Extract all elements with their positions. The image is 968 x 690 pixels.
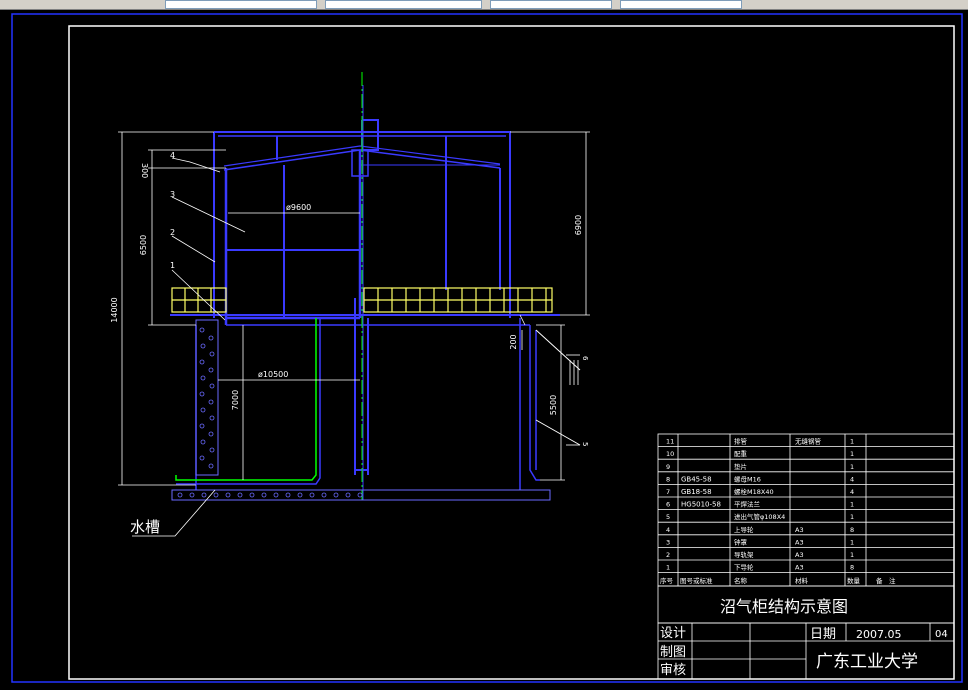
bom-cell-no: 6	[666, 501, 670, 509]
bom-cell-no: 3	[666, 538, 670, 546]
bom-cell-qty: 1	[850, 463, 854, 471]
tank-wall-masonry	[171, 319, 551, 501]
platform-railing	[170, 287, 560, 316]
bom-cell-no: 8	[666, 475, 670, 483]
bom-cell-name: 排管	[734, 437, 748, 446]
bom-cell-no: 7	[666, 488, 670, 496]
date-value: 2007.05	[856, 628, 902, 641]
bom-cell-material: A3	[795, 538, 804, 546]
bom-header-note: 备 注	[876, 576, 896, 585]
bom-cell-material: A3	[795, 551, 804, 559]
drawing-viewport[interactable]: 300 6500 14000 7000 6900 200 5500 ø9600 …	[0, 10, 968, 686]
toolbar-box[interactable]	[490, 0, 612, 9]
sheet-number: 04	[935, 629, 948, 640]
bom-cell-no: 5	[666, 513, 670, 521]
toolbar-box[interactable]	[165, 0, 317, 9]
bom-cell-qty: 1	[850, 438, 854, 446]
school-name: 广东工业大学	[816, 652, 918, 672]
bom-table: 11 排管 无缝钢管 110 配重 19 垫片 18 GB45-58 螺母M16 47 GB18-58…	[657, 433, 955, 587]
bom-cell-name: 螺栓M18X40	[734, 487, 774, 496]
bom-cell-name: 配重	[734, 450, 748, 458]
bom-cell-name: 平焊法兰	[734, 500, 761, 509]
bom-cell-qty: 1	[850, 538, 854, 546]
bom-header-code: 图号或标准	[680, 576, 713, 585]
drafting-label: 制图	[660, 645, 686, 660]
dim-5500: 5500	[549, 395, 558, 415]
design-label: 设计	[660, 626, 686, 641]
dim-6500: 6500	[139, 235, 148, 255]
bom-cell-code: GB18-58	[681, 488, 712, 496]
bom-cell-code: GB45-58	[681, 475, 712, 483]
dim-200: 200	[509, 334, 518, 349]
bom-cell-qty: 8	[850, 526, 854, 534]
bom-cell-qty: 1	[850, 551, 854, 559]
bom-cell-name: 垫片	[734, 462, 747, 471]
bom-header-no: 序号	[660, 576, 674, 585]
bom-cell-name: 上导轮	[734, 525, 754, 534]
callout-5: 5	[581, 442, 589, 446]
bom-cell-no: 2	[666, 551, 670, 559]
callout-1: 1	[170, 261, 175, 270]
inner-frame	[68, 25, 955, 680]
bom-cell-qty: 1	[850, 501, 854, 509]
bom-cell-qty: 4	[850, 488, 854, 496]
bom-cell-material: A3	[795, 564, 804, 572]
bom-cell-name: 导轨架	[734, 550, 754, 559]
cad-drawing: 300 6500 14000 7000 6900 200 5500 ø9600 …	[11, 13, 963, 683]
toolbar-strip	[0, 0, 968, 10]
bom-cell-qty: 8	[850, 564, 854, 572]
review-label: 审核	[660, 663, 686, 678]
bom-cell-name: 螺母M16	[734, 474, 761, 483]
gas-holder-structure	[195, 119, 581, 490]
outer-frame	[11, 13, 963, 683]
inlet-pipe-outer	[176, 318, 321, 485]
inlet-pipe	[175, 318, 317, 481]
title-block: 沼气柜结构示意图 设计 制图 审核 日期 2007.05 04 广东工业大学	[657, 585, 955, 680]
bom-cell-no: 4	[666, 526, 670, 534]
bom-cell-qty: 1	[850, 513, 854, 521]
drawing-title: 沼气柜结构示意图	[720, 597, 848, 616]
bom-cell-code: HG5010-58	[681, 501, 721, 509]
dim-dia-9600: ø9600	[286, 203, 311, 212]
bom-cell-name: 钟罩	[734, 537, 748, 546]
water-tank-label: 水槽	[130, 518, 160, 536]
bom-cell-no: 11	[666, 438, 674, 446]
toolbar-box[interactable]	[325, 0, 482, 9]
bom-cell-material: A3	[795, 526, 804, 534]
callout-6: 6	[581, 356, 589, 361]
dim-14000: 14000	[110, 297, 119, 322]
dim-6900: 6900	[574, 215, 583, 235]
bom-cell-no: 1	[666, 564, 670, 572]
callout-2: 2	[170, 228, 175, 237]
bom-cell-name: 下导轮	[734, 563, 754, 572]
dim-7000: 7000	[231, 390, 240, 410]
bom-cell-qty: 4	[850, 475, 854, 483]
dim-300: 300	[140, 163, 149, 178]
dim-dia-10500: ø10500	[258, 370, 288, 379]
callout-3: 3	[170, 190, 175, 199]
bom-header-qty: 数量	[847, 576, 861, 585]
bom-header-name: 名称	[734, 576, 748, 585]
bom-cell-name: 进出气管φ108X4	[734, 512, 785, 521]
bom-cell-qty: 1	[850, 450, 854, 458]
toolbar-box[interactable]	[620, 0, 742, 9]
callout-4: 4	[170, 151, 175, 160]
bom-cell-no: 10	[666, 450, 674, 458]
bom-cell-material: 无缝钢管	[795, 437, 822, 446]
date-label: 日期	[810, 627, 836, 642]
bom-header-material: 材料	[795, 576, 809, 585]
bom-cell-no: 9	[666, 463, 670, 471]
